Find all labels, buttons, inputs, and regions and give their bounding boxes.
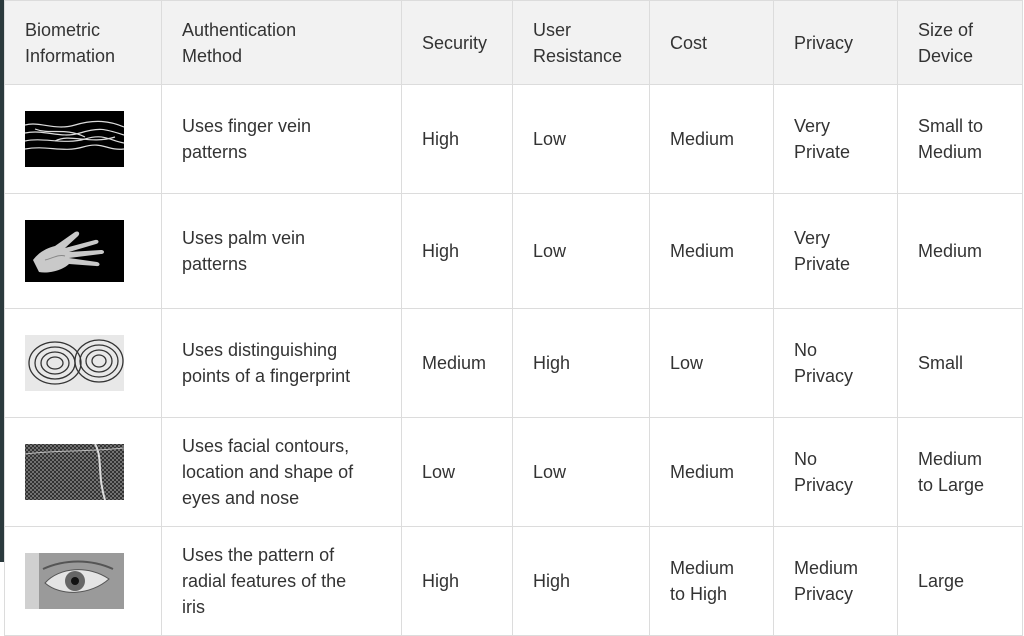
size-of-device-cell: Small to Medium xyxy=(897,84,1023,194)
header-biometric-information: Biometric Information xyxy=(4,0,162,85)
privacy-cell: Very Private xyxy=(773,84,898,194)
size-of-device-cell: Medium to Large xyxy=(897,417,1023,527)
header-authentication-method: Authentication Method xyxy=(161,0,402,85)
size-of-device-cell: Large xyxy=(897,526,1023,636)
table-row: Uses the pattern of radial features of t… xyxy=(4,526,1023,636)
privacy-cell: No Privacy xyxy=(773,308,898,418)
iris-image xyxy=(25,553,124,609)
authentication-method-cell: Uses finger vein patterns xyxy=(161,84,402,194)
privacy-cell: Very Private xyxy=(773,193,898,309)
cost-cell: Medium xyxy=(649,193,774,309)
security-cell: High xyxy=(401,526,513,636)
cost-cell: Medium xyxy=(649,84,774,194)
table-row: Uses facial contours, location and shape… xyxy=(4,417,1023,527)
biometric-image-cell xyxy=(4,84,162,194)
table-row: Uses palm vein patterns High Low Medium … xyxy=(4,193,1023,309)
biometric-image-cell xyxy=(4,308,162,418)
header-user-resistance: User Resistance xyxy=(512,0,650,85)
header-cost: Cost xyxy=(649,0,774,85)
header-size-of-device: Size of Device xyxy=(897,0,1023,85)
biometric-image-cell xyxy=(4,526,162,636)
biometric-image-cell xyxy=(4,417,162,527)
fingerprint-image xyxy=(25,335,124,391)
privacy-cell: No Privacy xyxy=(773,417,898,527)
security-cell: Medium xyxy=(401,308,513,418)
authentication-method-cell: Uses the pattern of radial features of t… xyxy=(161,526,402,636)
security-cell: High xyxy=(401,84,513,194)
user-resistance-cell: Low xyxy=(512,193,650,309)
header-security: Security xyxy=(401,0,513,85)
header-row: Biometric Information Authentication Met… xyxy=(4,0,1023,85)
table-row: Uses finger vein patterns High Low Mediu… xyxy=(4,84,1023,194)
user-resistance-cell: Low xyxy=(512,84,650,194)
size-of-device-cell: Medium xyxy=(897,193,1023,309)
security-cell: High xyxy=(401,193,513,309)
cost-cell: Medium to High xyxy=(649,526,774,636)
security-cell: Low xyxy=(401,417,513,527)
user-resistance-cell: Low xyxy=(512,417,650,527)
cost-cell: Low xyxy=(649,308,774,418)
header-privacy: Privacy xyxy=(773,0,898,85)
authentication-method-cell: Uses palm vein patterns xyxy=(161,193,402,309)
user-resistance-cell: High xyxy=(512,308,650,418)
authentication-method-cell: Uses distinguishing points of a fingerpr… xyxy=(161,308,402,418)
biometric-comparison-table: Biometric Information Authentication Met… xyxy=(4,0,1023,636)
cost-cell: Medium xyxy=(649,417,774,527)
face-image xyxy=(25,444,124,500)
table-row: Uses distinguishing points of a fingerpr… xyxy=(4,308,1023,418)
privacy-cell: Medium Privacy xyxy=(773,526,898,636)
size-of-device-cell: Small xyxy=(897,308,1023,418)
finger-vein-image xyxy=(25,111,124,167)
authentication-method-cell: Uses facial contours, location and shape… xyxy=(161,417,402,527)
user-resistance-cell: High xyxy=(512,526,650,636)
palm-vein-image xyxy=(25,220,124,282)
biometric-image-cell xyxy=(4,193,162,309)
